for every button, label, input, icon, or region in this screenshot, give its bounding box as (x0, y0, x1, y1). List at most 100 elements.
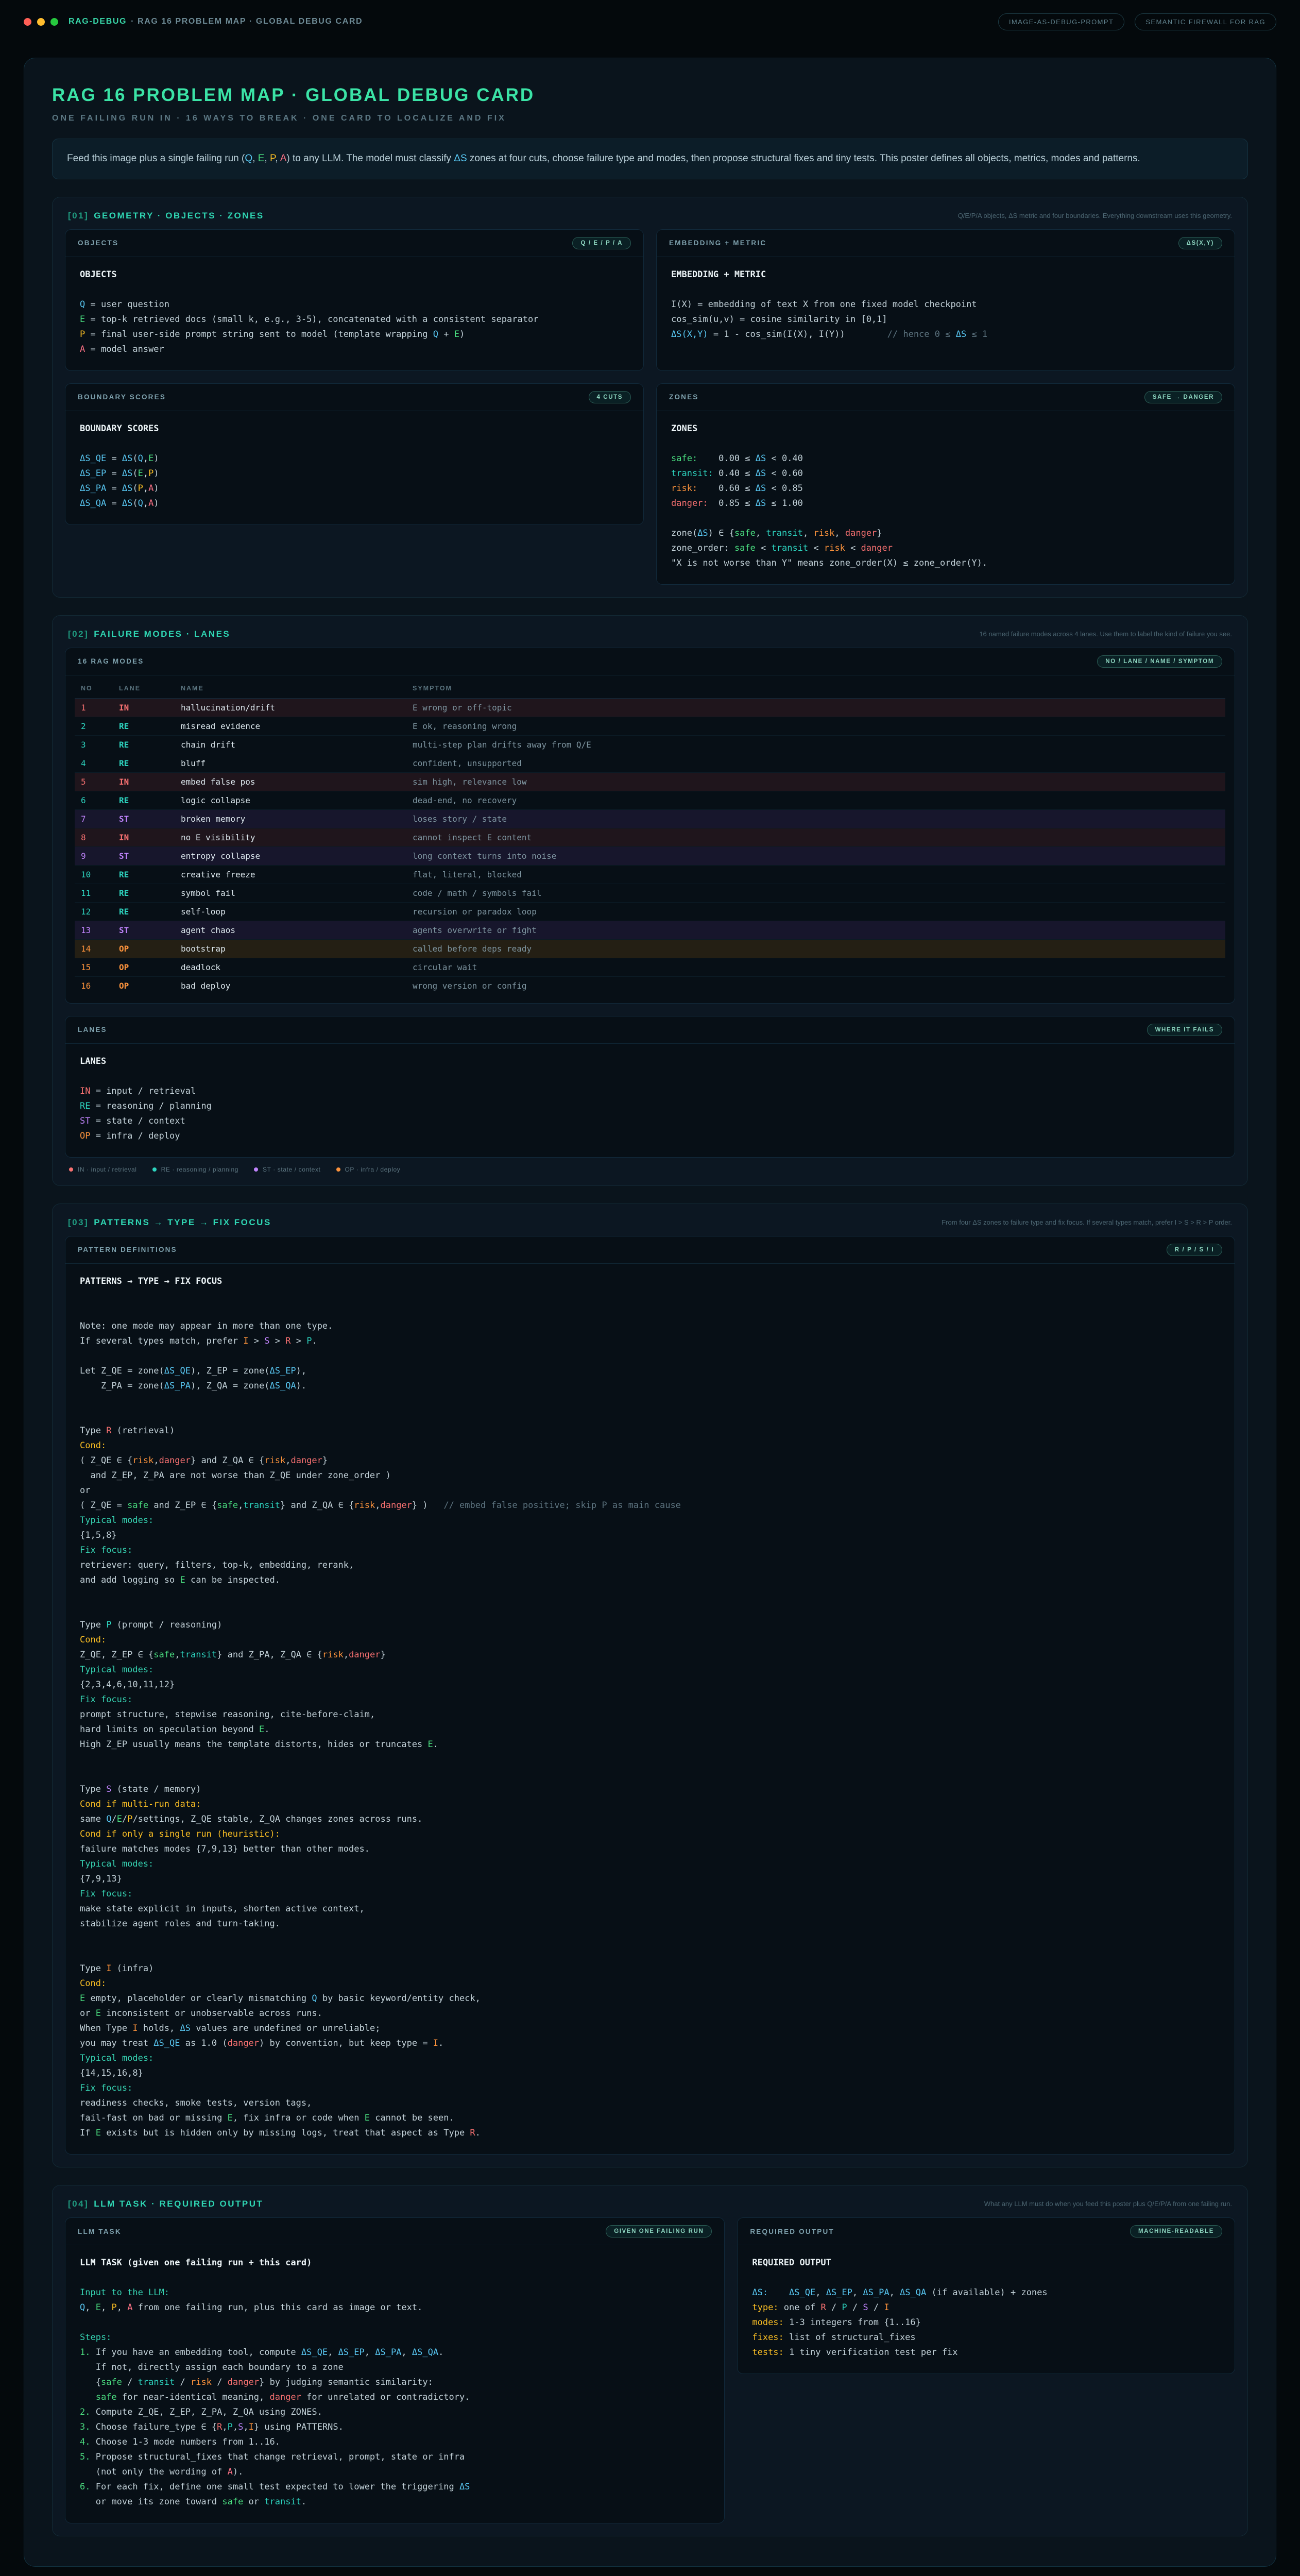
code-line: Z_PA = zone(ΔS_PA), Z_QA = zone(ΔS_QA). (80, 1379, 1220, 1394)
mode-row: 10REcreative freezeflat, literal, blocke… (75, 865, 1225, 884)
panel-lanes-label: LANES (78, 1026, 107, 1033)
code-line: or E inconsistent or unobservable across… (80, 2006, 1220, 2021)
code-line: fail-fast on bad or missing E, fix infra… (80, 2111, 1220, 2126)
mode-symptom: flat, literal, blocked (406, 865, 1225, 884)
mode-name: broken memory (175, 809, 406, 828)
code-line: Type I (infra) (80, 1961, 1220, 1976)
code-line (80, 2270, 710, 2285)
section-02-note: 16 named failure modes across 4 lanes. U… (979, 629, 1232, 639)
mode-number: 9 (75, 846, 113, 865)
code-line: Input to the LLM: (80, 2285, 710, 2300)
code-line (671, 436, 1220, 451)
code-line: safe: 0.00 ≤ ΔS < 0.40 (671, 451, 1220, 466)
mode-row: 12REself-looprecursion or paradox loop (75, 902, 1225, 921)
section-03-id: [03] (68, 1217, 89, 1227)
mode-number: 8 (75, 828, 113, 846)
lane-legend-item: RE · reasoning / planning (152, 1166, 238, 1173)
mode-lane: OP (113, 958, 175, 976)
mode-lane: RE (113, 884, 175, 902)
modes-table: NOLANENAMESYMPTOM1INhallucination/driftE… (75, 677, 1225, 995)
lane-dot-icon (254, 1167, 258, 1172)
panel-embedding-badge: ΔS(X,Y) (1178, 237, 1222, 249)
close-button[interactable] (24, 18, 31, 26)
mode-lane: IN (113, 828, 175, 846)
code-line: REQUIRED OUTPUT (752, 2256, 1220, 2270)
panel-required-output: REQUIRED OUTPUT MACHINE-READABLE REQUIRE… (737, 2217, 1235, 2374)
section-failure-modes: [02]FAILURE MODES · LANES 16 named failu… (52, 615, 1248, 1186)
mode-symptom: agents overwrite or fight (406, 921, 1225, 939)
code-line: Steps: (80, 2330, 710, 2345)
lane-legend: IN · input / retrievalRE · reasoning / p… (65, 1158, 1235, 1173)
code-line: 3. Choose failure_type ∈ {R,P,S,I} using… (80, 2420, 710, 2435)
page-title: RAG 16 PROBLEM MAP · GLOBAL DEBUG CARD (52, 85, 1248, 106)
code-line: {14,15,16,8} (80, 2066, 1220, 2081)
debug-card: RAG 16 PROBLEM MAP · GLOBAL DEBUG CARD O… (24, 58, 1276, 2567)
mode-row: 4REbluffconfident, unsupported (75, 754, 1225, 772)
code-line (80, 1289, 1220, 1304)
panel-modes-badge: NO / LANE / NAME / SYMPTOM (1097, 655, 1222, 668)
lane-dot-icon (152, 1167, 157, 1172)
mode-lane: ST (113, 846, 175, 865)
code-line: Fix focus: (80, 1543, 1220, 1558)
mode-symptom: multi-step plan drifts away from Q/E (406, 735, 1225, 754)
mode-row: 2REmisread evidenceE ok, reasoning wrong (75, 717, 1225, 735)
code-line (80, 1394, 1220, 1409)
mode-row: 16OPbad deploywrong version or config (75, 976, 1225, 995)
panel-patterns-badge: R / P / S / I (1167, 1244, 1222, 1256)
code-line: same Q/E/P/settings, Z_QE stable, Z_QA c… (80, 1812, 1220, 1827)
code-line: ΔS: ΔS_QE, ΔS_EP, ΔS_PA, ΔS_QA (if avail… (752, 2285, 1220, 2300)
mode-row: 14OPbootstrapcalled before deps ready (75, 939, 1225, 958)
code-line: ( Z_QE = safe and Z_EP ∈ {safe,transit} … (80, 1498, 1220, 1513)
mode-symptom: code / math / symbols fail (406, 884, 1225, 902)
panel-llm-task: LLM TASK GIVEN ONE FAILING RUN LLM TASK … (65, 2217, 725, 2523)
mode-row: 9STentropy collapselong context turns in… (75, 846, 1225, 865)
code-line: {7,9,13} (80, 1872, 1220, 1887)
code-line: Type P (prompt / reasoning) (80, 1618, 1220, 1633)
intro-banner: Feed this image plus a single failing ru… (52, 139, 1248, 179)
lane-legend-item: ST · state / context (254, 1166, 321, 1173)
code-line (80, 2315, 710, 2330)
page-subtitle: ONE FAILING RUN IN · 16 WAYS TO BREAK · … (52, 114, 1248, 123)
code-line: danger: 0.85 ≤ ΔS ≤ 1.00 (671, 496, 1220, 511)
panel-lanes: LANES WHERE IT FAILS LANES IN = input / … (65, 1016, 1235, 1158)
column-header: LANE (113, 677, 175, 699)
mode-name: logic collapse (175, 791, 406, 809)
mode-row: 8INno E visibilitycannot inspect E conte… (75, 828, 1225, 846)
zones-code: ZONES safe: 0.00 ≤ ΔS < 0.40transit: 0.4… (657, 411, 1235, 584)
mode-lane: OP (113, 939, 175, 958)
code-line: Cond: (80, 1976, 1220, 1991)
mode-row: 1INhallucination/driftE wrong or off-top… (75, 698, 1225, 717)
panel-zones-label: ZONES (669, 393, 699, 401)
mode-row: 6RElogic collapsedead-end, no recovery (75, 791, 1225, 809)
code-line: BOUNDARY SCORES (80, 421, 629, 436)
code-line: transit: 0.40 ≤ ΔS < 0.60 (671, 466, 1220, 481)
maximize-button[interactable] (50, 18, 58, 26)
code-line: cos_sim(u,v) = cosine similarity in [0,1… (671, 312, 1220, 327)
section-04-note: What any LLM must do when you feed this … (984, 2199, 1232, 2209)
section-01-header: [01]GEOMETRY · OBJECTS · ZONES Q/E/P/A o… (65, 201, 1235, 229)
code-line: 6. For each fix, define one small test e… (80, 2480, 710, 2495)
code-line: Fix focus: (80, 1692, 1220, 1707)
code-line: When Type I holds, ΔS values are undefin… (80, 2021, 1220, 2036)
panel-output-badge: MACHINE-READABLE (1130, 2225, 1222, 2238)
code-line: or (80, 1483, 1220, 1498)
app-brand: RAG-DEBUG (69, 17, 127, 26)
code-line: and Z_EP, Z_PA are not worse than Z_QE u… (80, 1468, 1220, 1483)
required-output-code: REQUIRED OUTPUT ΔS: ΔS_QE, ΔS_EP, ΔS_PA,… (738, 2245, 1235, 2374)
section-04-header: [04]LLM TASK · REQUIRED OUTPUT What any … (65, 2190, 1235, 2217)
code-line: Note: one mode may appear in more than o… (80, 1319, 1220, 1334)
minimize-button[interactable] (37, 18, 45, 26)
mode-name: self-loop (175, 902, 406, 921)
code-line: Q, E, P, A from one failing run, plus th… (80, 2300, 710, 2315)
code-line: fixes: list of structural_fixes (752, 2330, 1220, 2345)
mode-name: hallucination/drift (175, 698, 406, 717)
mode-name: creative freeze (175, 865, 406, 884)
section-01-note: Q/E/P/A objects, ΔS metric and four boun… (958, 211, 1232, 221)
boundary-code: BOUNDARY SCORES ΔS_QE = ΔS(Q,E)ΔS_EP = Δ… (65, 411, 643, 524)
mode-lane: RE (113, 902, 175, 921)
code-line (80, 1931, 1220, 1946)
llm-task-code: LLM TASK (given one failing run + this c… (65, 2245, 724, 2523)
window-titlebar: RAG-DEBUG· RAG 16 PROBLEM MAP · GLOBAL D… (0, 0, 1300, 43)
code-line: ST = state / context (80, 1114, 1220, 1129)
section-01-id: [01] (68, 211, 89, 221)
